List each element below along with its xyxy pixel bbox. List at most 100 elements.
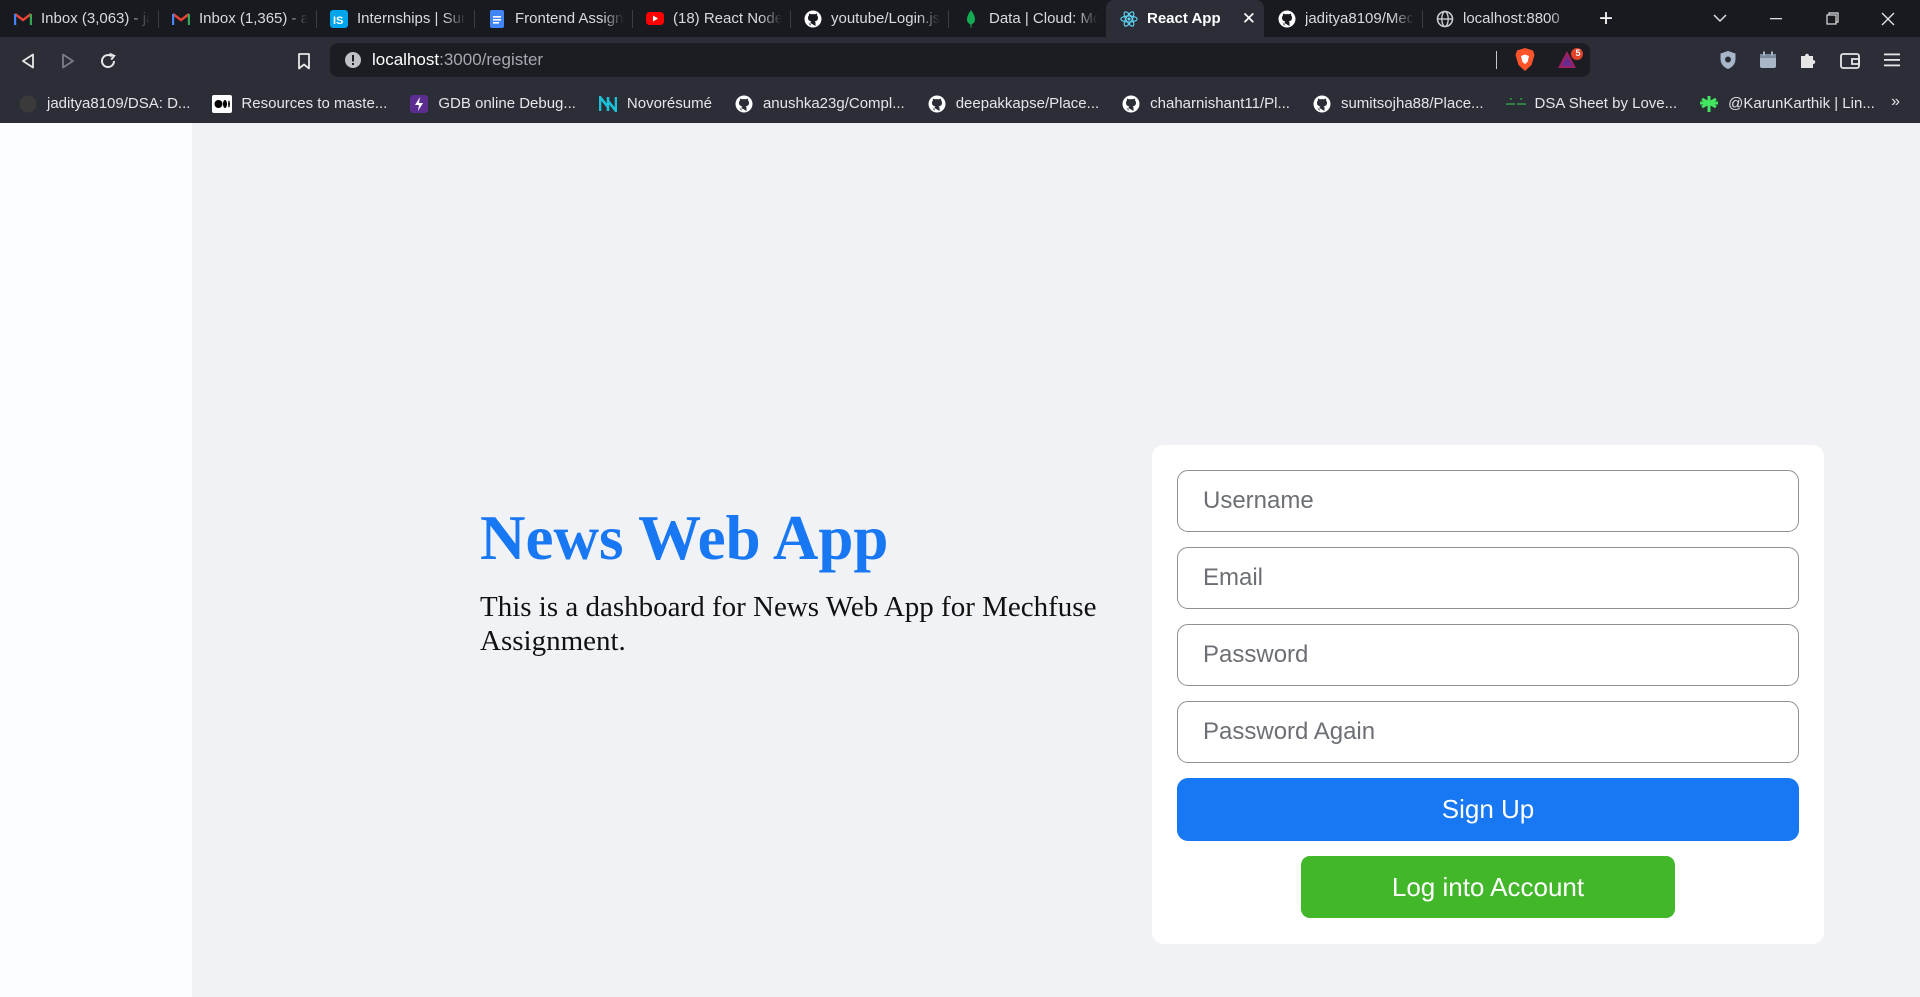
- tab-strip: Inbox (3,063) - ja Inbox (1,365) - ad IS…: [0, 0, 1920, 37]
- app-title: News Web App: [480, 503, 889, 573]
- username-field[interactable]: [1177, 470, 1799, 532]
- minimize-icon: [1770, 17, 1782, 19]
- menu-button[interactable]: [1877, 45, 1907, 75]
- bookmark-item[interactable]: chaharnishant11/Pl...: [1121, 94, 1290, 114]
- bookmark-button[interactable]: [284, 41, 324, 81]
- info-icon[interactable]: [344, 51, 362, 69]
- wallet-button[interactable]: [1835, 45, 1865, 75]
- tab-title: Internships | Sum: [357, 10, 466, 27]
- tab-github-mechfuse[interactable]: jaditya8109/Mec: [1264, 0, 1422, 37]
- forward-button[interactable]: [48, 41, 88, 81]
- gmail-icon: [172, 10, 190, 28]
- new-tab-button[interactable]: +: [1584, 0, 1628, 37]
- github-icon: [1121, 94, 1141, 114]
- bookmark-label: DSA Sheet by Love...: [1534, 95, 1678, 112]
- extensions-button[interactable]: [1793, 45, 1823, 75]
- notification-badge: 5: [1575, 48, 1581, 58]
- tab-title: localhost:8800: [1463, 10, 1560, 27]
- tab-github-login[interactable]: youtube/Login.js: [790, 0, 948, 37]
- register-page: News Web App This is a dashboard for New…: [0, 123, 1920, 997]
- more-bookmarks-button[interactable]: »: [1891, 93, 1900, 111]
- bookmark-item[interactable]: DSA Sheet by Love...: [1505, 94, 1678, 114]
- url-host: localhost: [372, 50, 440, 69]
- calendar-extension-button[interactable]: [1753, 45, 1783, 75]
- address-bar[interactable]: localhost:3000/register 5: [330, 43, 1590, 77]
- bookmark-label: @KarunKarthik | Lin...: [1728, 95, 1875, 112]
- calendar-icon: [1760, 51, 1776, 68]
- tab-title: (18) React Node.: [673, 10, 782, 27]
- tab-title: Inbox (1,365) - ad: [199, 10, 308, 27]
- back-button[interactable]: [8, 41, 48, 81]
- email-field[interactable]: [1177, 547, 1799, 609]
- geeksforgeeks-icon: [1505, 94, 1526, 114]
- restore-button[interactable]: [1804, 0, 1860, 37]
- tab-internshala[interactable]: IS Internships | Sum: [316, 0, 474, 37]
- youtube-icon: [646, 10, 664, 28]
- forward-icon: [62, 53, 74, 68]
- bookmark-item[interactable]: deepakkapse/Place...: [927, 94, 1099, 114]
- hamburger-icon: [1884, 53, 1900, 67]
- bookmark-label: deepakkapse/Place...: [955, 95, 1100, 112]
- bookmark-label: chaharnishant11/Pl...: [1150, 95, 1290, 112]
- github-icon: [1312, 94, 1332, 114]
- close-window-button[interactable]: [1860, 0, 1916, 37]
- tab-docs[interactable]: Frontend Assignm: [474, 0, 632, 37]
- brave-rewards-icon[interactable]: 5: [1556, 48, 1586, 79]
- tab-gmail-1[interactable]: Inbox (3,063) - ja: [0, 0, 158, 37]
- url-path: :3000/register: [439, 50, 544, 69]
- tab-youtube[interactable]: (18) React Node.: [632, 0, 790, 37]
- app-description: This is a dashboard for News Web App for…: [480, 591, 1097, 657]
- bookmark-label: Resources to maste...: [241, 95, 388, 112]
- tab-title: Frontend Assignm: [515, 10, 624, 27]
- password-field[interactable]: [1177, 624, 1799, 686]
- linktree-icon: [1699, 94, 1719, 114]
- internshala-icon: IS: [330, 9, 348, 28]
- plus-icon: +: [1598, 4, 1613, 32]
- novoresume-icon: [598, 94, 618, 114]
- bookmark-item[interactable]: Novorésumé: [598, 94, 712, 114]
- medium-icon: [212, 94, 233, 114]
- gmail-icon: [14, 10, 32, 28]
- react-icon: [1120, 10, 1138, 28]
- bookmark-item[interactable]: Resources to maste...: [212, 94, 387, 114]
- signup-button[interactable]: Sign Up: [1177, 778, 1799, 841]
- github-icon: [804, 10, 822, 28]
- tab-localhost-8800[interactable]: localhost:8800: [1422, 0, 1580, 37]
- bookmark-item[interactable]: jaditya8109/DSA: D...: [18, 94, 190, 114]
- brave-shields-icon[interactable]: [1514, 47, 1536, 77]
- puzzle-icon: [1801, 53, 1816, 68]
- minimize-button[interactable]: [1748, 0, 1804, 37]
- intro-section: News Web App This is a dashboard for New…: [480, 498, 1130, 658]
- bookmark-label: jaditya8109/DSA: D...: [47, 95, 191, 112]
- bookmark-item[interactable]: anushka23g/Compl...: [734, 94, 905, 114]
- left-strip: [0, 123, 192, 997]
- tab-react-app[interactable]: React App ✕: [1106, 0, 1264, 37]
- close-icon[interactable]: ✕: [1242, 9, 1256, 29]
- vpn-extension-button[interactable]: [1713, 45, 1743, 75]
- tab-gmail-2[interactable]: Inbox (1,365) - ad: [158, 0, 316, 37]
- wallet-icon: [1840, 52, 1860, 69]
- tab-mongodb[interactable]: Data | Cloud: Mo: [948, 0, 1106, 37]
- bookmark-icon: [298, 52, 310, 69]
- bookmark-label: sumitsojha88/Place...: [1340, 95, 1484, 112]
- shield-icon: [1720, 51, 1736, 69]
- reload-icon: [101, 52, 116, 68]
- bookmark-item[interactable]: GDB online Debug...: [409, 94, 576, 114]
- bookmark-item[interactable]: @KarunKarthik | Lin...: [1699, 94, 1875, 114]
- github-icon: [734, 94, 754, 114]
- globe-icon: [1436, 10, 1454, 28]
- tab-title: jaditya8109/Mec: [1305, 10, 1414, 27]
- login-button[interactable]: Log into Account: [1301, 856, 1675, 918]
- browser-toolbar: localhost:3000/register 5: [0, 37, 1920, 84]
- bookmark-item[interactable]: sumitsojha88/Place...: [1312, 94, 1484, 114]
- github-icon: [18, 94, 38, 114]
- tab-search-button[interactable]: [1692, 0, 1748, 37]
- svg-text:IS: IS: [333, 15, 343, 27]
- password-again-field[interactable]: [1177, 701, 1799, 763]
- back-icon: [22, 53, 34, 68]
- url-divider: [1496, 51, 1497, 69]
- reload-button[interactable]: [88, 41, 128, 81]
- bookmark-label: Novorésumé: [626, 95, 712, 112]
- close-icon: [1881, 12, 1895, 25]
- tab-title: Data | Cloud: Mo: [989, 10, 1098, 27]
